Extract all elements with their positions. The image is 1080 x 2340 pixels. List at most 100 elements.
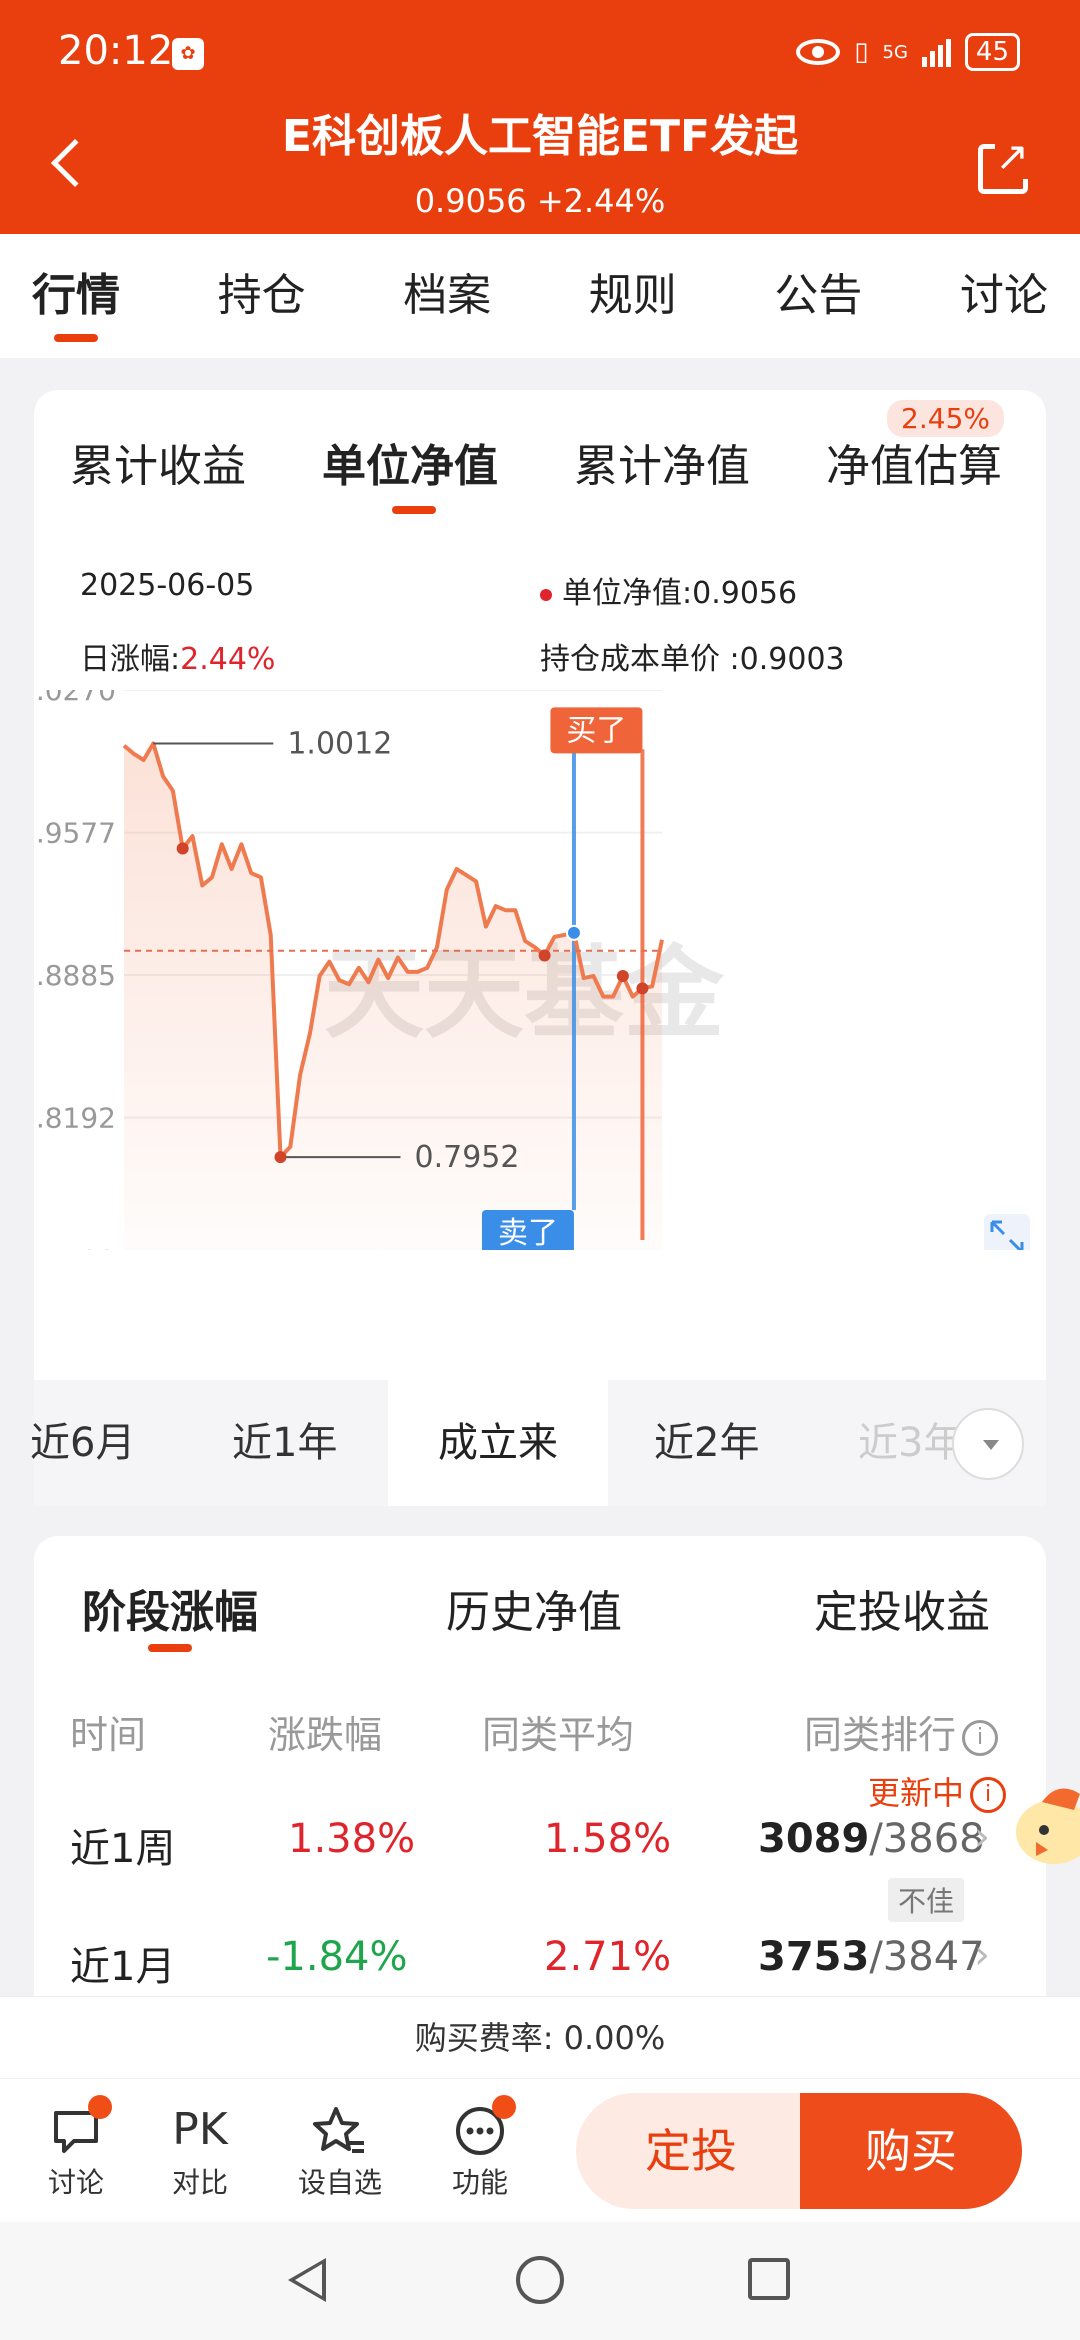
functions-label: 功能 [451,2166,508,2199]
chart-tabs: 累计收益 单位净值 累计净值 净值估算 2.45% [34,390,1046,530]
row2-peer-avg: 2.71% [544,1934,672,1980]
row1-change: 1.38% [288,1816,416,1862]
range-6m[interactable]: 近6月 [30,1380,135,1506]
row1-chevron-right-icon[interactable]: › [974,1814,990,1860]
active-tab-indicator [392,506,436,514]
updating-label: 更新中 [867,1774,964,1812]
buy-button[interactable]: 购买 [800,2093,1022,2209]
tab-history-nav[interactable]: 历史净值 [446,1576,622,1640]
row1-rating-tag: 不佳 [888,1878,965,1922]
updating-info-icon[interactable]: i [970,1777,1006,1813]
nav-back-icon[interactable] [288,2258,326,2302]
compare-button[interactable]: PK 对比 [150,2099,250,2201]
info-cost: 持仓成本单价 :0.9003 [540,634,845,678]
tab-period-returns[interactable]: 阶段涨幅 [82,1576,258,1640]
estimate-badge: 2.45% [887,400,1004,437]
buy-point [636,982,649,995]
nav-chart[interactable]: 天天基金 卖了买了 1.02700.95770.88850.81920.7500… [34,690,1046,1250]
row2-period: 近1月 [70,1944,176,1990]
network-label: 5G [882,41,908,63]
discuss-button[interactable]: 讨论 [26,2095,126,2201]
vibrate-icon: ▯ [854,37,869,67]
range-2y[interactable]: 近2年 [654,1380,759,1506]
tab-profile[interactable]: 档案 [403,234,491,358]
tab-holdings[interactable]: 持仓 [218,234,306,358]
peer-rank-label: 同类排行 [804,1713,957,1757]
notification-dot [492,2095,516,2119]
huawei-icon: ✿ [172,38,204,70]
red-dot-icon [540,588,552,601]
min-point [274,1151,287,1164]
row1-rank: 3089/3868 [758,1816,985,1862]
add-watchlist-button[interactable]: 设自选 [290,2099,390,2201]
tab-cumulative-nav[interactable]: 累计净值 [574,430,750,494]
nav-value: 0.9056 [414,182,527,220]
tab-discussion[interactable]: 讨论 [960,234,1048,358]
pk-icon: PK [172,2104,228,2155]
battery-indicator: 45 [964,33,1020,71]
chart-card: 累计收益 单位净值 累计净值 净值估算 2.45% 2025-06-05 单位净… [30,390,1046,1506]
y-tick-label: 1.0270 [34,690,116,707]
tab-market[interactable]: 行情 [32,234,120,358]
data-point [616,970,629,983]
tab-rules[interactable]: 规则 [589,234,677,358]
row1-period: 近1周 [70,1826,176,1872]
col-change: 涨跌幅 [268,1713,383,1757]
unit-nav-label: 单位净值: [562,576,693,611]
y-tick-label: 0.8192 [34,1102,116,1135]
eye-icon [796,39,841,65]
range-more-button[interactable] [952,1408,1024,1480]
tab-cumulative-return[interactable]: 累计收益 [70,430,246,494]
star-icon [290,2099,390,2161]
max-value-label: 1.0012 [287,727,392,762]
row2-change: -1.84% [266,1934,408,1980]
data-point [538,949,551,962]
returns-tab-indicator [148,1644,192,1652]
fee-bar: 购买费率: 0.00% [0,1996,1080,2078]
info-date: 2025-06-05 [80,568,255,603]
info-icon[interactable]: i [962,1719,999,1756]
row2-rank-total: /3847 [869,1934,985,1980]
nav-change: +2.44% [536,182,666,220]
unit-nav-value: 0.9056 [692,576,798,611]
range-since-inception[interactable]: 成立来 [388,1380,608,1506]
share-button[interactable] [978,135,1029,194]
y-tick-label: 0.9577 [34,817,116,850]
nav-recents-icon[interactable] [748,2258,790,2300]
row2-rank-value: 3753 [758,1934,870,1980]
row1-rank-total: /3868 [869,1816,985,1862]
tab-nav-estimate[interactable]: 净值估算 [826,430,1002,494]
row1-peer-avg: 1.58% [544,1816,672,1862]
info-unit-nav: 单位净值:0.9056 [540,568,797,612]
col-period: 时间 [70,1713,147,1757]
functions-button[interactable]: 功能 [430,2095,530,2201]
range-3y[interactable]: 近3年 [858,1380,963,1506]
buy-flag-pole [640,749,645,1240]
sip-button[interactable]: 定投 [576,2093,806,2209]
discuss-label: 讨论 [47,2166,104,2199]
daily-change-label: 日涨幅: [80,642,181,677]
nav-home-icon[interactable] [516,2256,564,2304]
y-tick-label: 0.7500 [34,1244,116,1250]
more-icon [430,2095,530,2161]
compare-label: 对比 [171,2166,228,2199]
cost-value: 0.9003 [739,642,845,677]
sell-flag-label: 卖了 [498,1216,558,1250]
notification-dot [88,2095,112,2119]
sell-flag-pole [571,730,576,1210]
discuss-icon [26,2095,126,2161]
tab-unit-nav[interactable]: 单位净值 [322,430,498,494]
fund-title: E科创板人工智能ETF发起 [281,111,799,162]
expand-icon[interactable] [984,1214,1030,1250]
mascot-icon[interactable] [1012,1780,1080,1870]
row1-rank-value: 3089 [758,1816,870,1862]
returns-card: 阶段涨幅 历史净值 定投收益 时间 涨跌幅 同类平均 同类排行 i 更新中 i 近1… [34,1536,1046,1996]
tab-sip-returns[interactable]: 定投收益 [814,1576,990,1640]
range-1y[interactable]: 近1年 [232,1380,337,1506]
row2-rank: 3753/3847 [758,1934,985,1980]
tab-announcements[interactable]: 公告 [774,234,862,358]
range-selector: 近6月 近1年 成立来 近2年 近3年 [30,1380,1046,1506]
signal-icon [921,37,951,67]
cost-label: 持仓成本单价 : [540,642,740,677]
row2-chevron-right-icon[interactable]: › [974,1932,990,1978]
